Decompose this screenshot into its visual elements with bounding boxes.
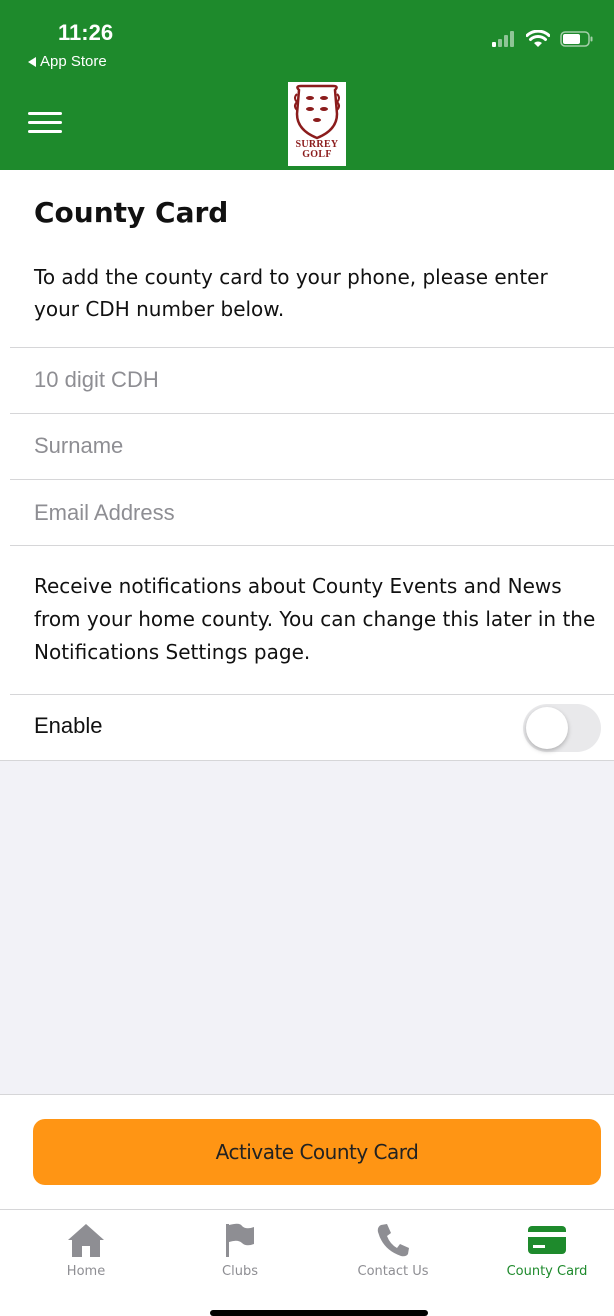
surrey-golf-logo: SURREY GOLF (288, 82, 346, 166)
cdh-input[interactable] (34, 360, 594, 400)
back-label: App Store (40, 53, 107, 70)
card-icon (528, 1226, 566, 1254)
home-indicator (210, 1310, 428, 1316)
divider (0, 1094, 614, 1095)
empty-area (0, 761, 614, 1094)
enable-notifications-toggle[interactable] (523, 704, 601, 752)
page-title: County Card (34, 196, 229, 229)
tab-label: Contact Us (357, 1264, 429, 1279)
home-icon (68, 1224, 104, 1257)
logo-text-golf: GOLF (302, 149, 332, 160)
surname-input[interactable] (34, 426, 594, 466)
divider (10, 694, 614, 695)
divider (10, 479, 614, 480)
status-icons (492, 30, 594, 48)
app-header: 11:26 App Store SURREY GOLF (0, 0, 614, 170)
divider (10, 413, 614, 414)
tab-label: Clubs (222, 1264, 258, 1279)
tab-bar: Home Clubs Contact Us County Card (0, 1209, 614, 1316)
intro-text: To add the county card to your phone, pl… (34, 265, 548, 321)
signal-icon (492, 31, 514, 47)
tab-county-card[interactable]: County Card (482, 1222, 612, 1279)
divider (10, 347, 614, 348)
enable-label: Enable (34, 713, 103, 738)
divider (10, 545, 614, 546)
status-time: 11:26 (58, 20, 114, 45)
flag-icon (226, 1223, 254, 1257)
menu-icon[interactable] (28, 112, 62, 134)
notifications-text: Receive notifications about County Event… (34, 574, 596, 664)
tab-clubs[interactable]: Clubs (175, 1222, 305, 1279)
back-to-app-store[interactable]: App Store (28, 53, 107, 70)
phone-icon (377, 1224, 409, 1257)
crest-icon (294, 84, 340, 140)
activate-county-card-button[interactable]: Activate County Card (33, 1119, 601, 1185)
tab-label: County Card (506, 1264, 588, 1279)
wifi-icon (526, 30, 550, 47)
toggle-knob (526, 707, 568, 749)
tab-home[interactable]: Home (21, 1222, 151, 1279)
battery-icon (560, 31, 593, 47)
tab-contact-us[interactable]: Contact Us (328, 1222, 458, 1279)
tab-label: Home (66, 1264, 106, 1279)
email-input[interactable] (34, 493, 594, 533)
back-arrow-icon (28, 56, 36, 67)
